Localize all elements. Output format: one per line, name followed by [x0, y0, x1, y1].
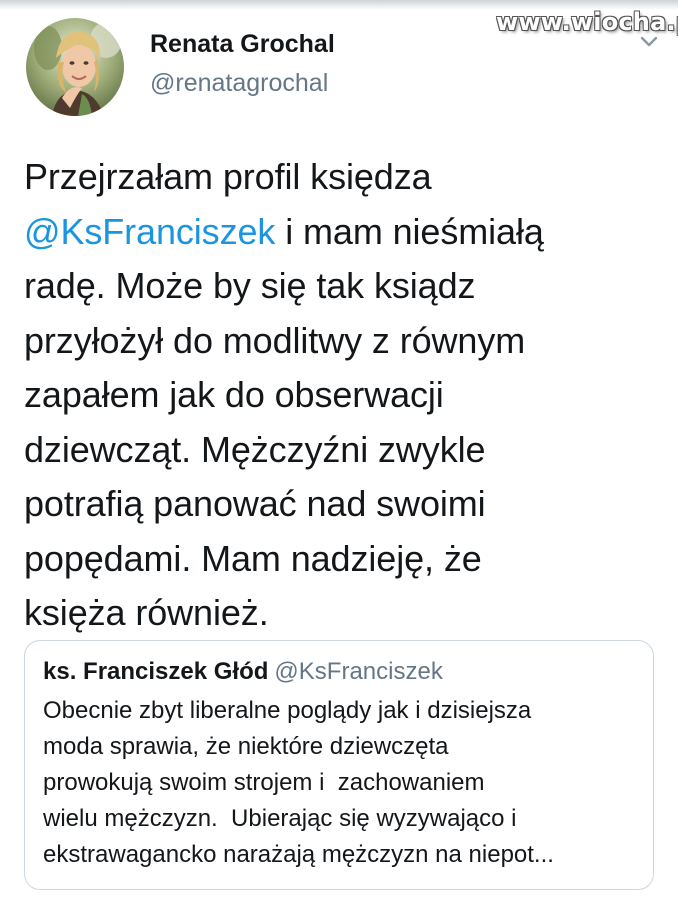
avatar-photo: [26, 18, 124, 116]
quoted-tweet-header: ks. Franciszek Głód @KsFranciszek: [43, 655, 635, 689]
mention-link[interactable]: @KsFranciszek: [24, 211, 275, 252]
avatar[interactable]: [26, 18, 124, 116]
chevron-down-icon[interactable]: [638, 30, 660, 52]
quoted-tweet-text: Obecnie zbyt liberalne poglądy jak i dzi…: [43, 697, 554, 868]
author-names: Renata Grochal @renatagrochal: [150, 28, 335, 100]
quoted-author-name: ks. Franciszek Głód: [43, 658, 269, 685]
quoted-tweet-card[interactable]: ks. Franciszek Głód @KsFranciszek Obecnie…: [24, 640, 654, 890]
tweet-text: Przejrzałam profil księdza @KsFranciszek…: [24, 150, 654, 641]
tweet-header: Renata Grochal @renatagrochal: [26, 18, 335, 116]
tweet-text-after: i mam nieśmiałą radę. Może by się tak ks…: [24, 210, 544, 634]
quoted-author-handle: @KsFranciszek: [274, 658, 443, 685]
author-name[interactable]: Renata Grochal: [150, 28, 335, 60]
author-handle[interactable]: @renatagrochal: [150, 66, 335, 100]
tweet-text-before: Przejrzałam profil księdza: [24, 156, 432, 197]
